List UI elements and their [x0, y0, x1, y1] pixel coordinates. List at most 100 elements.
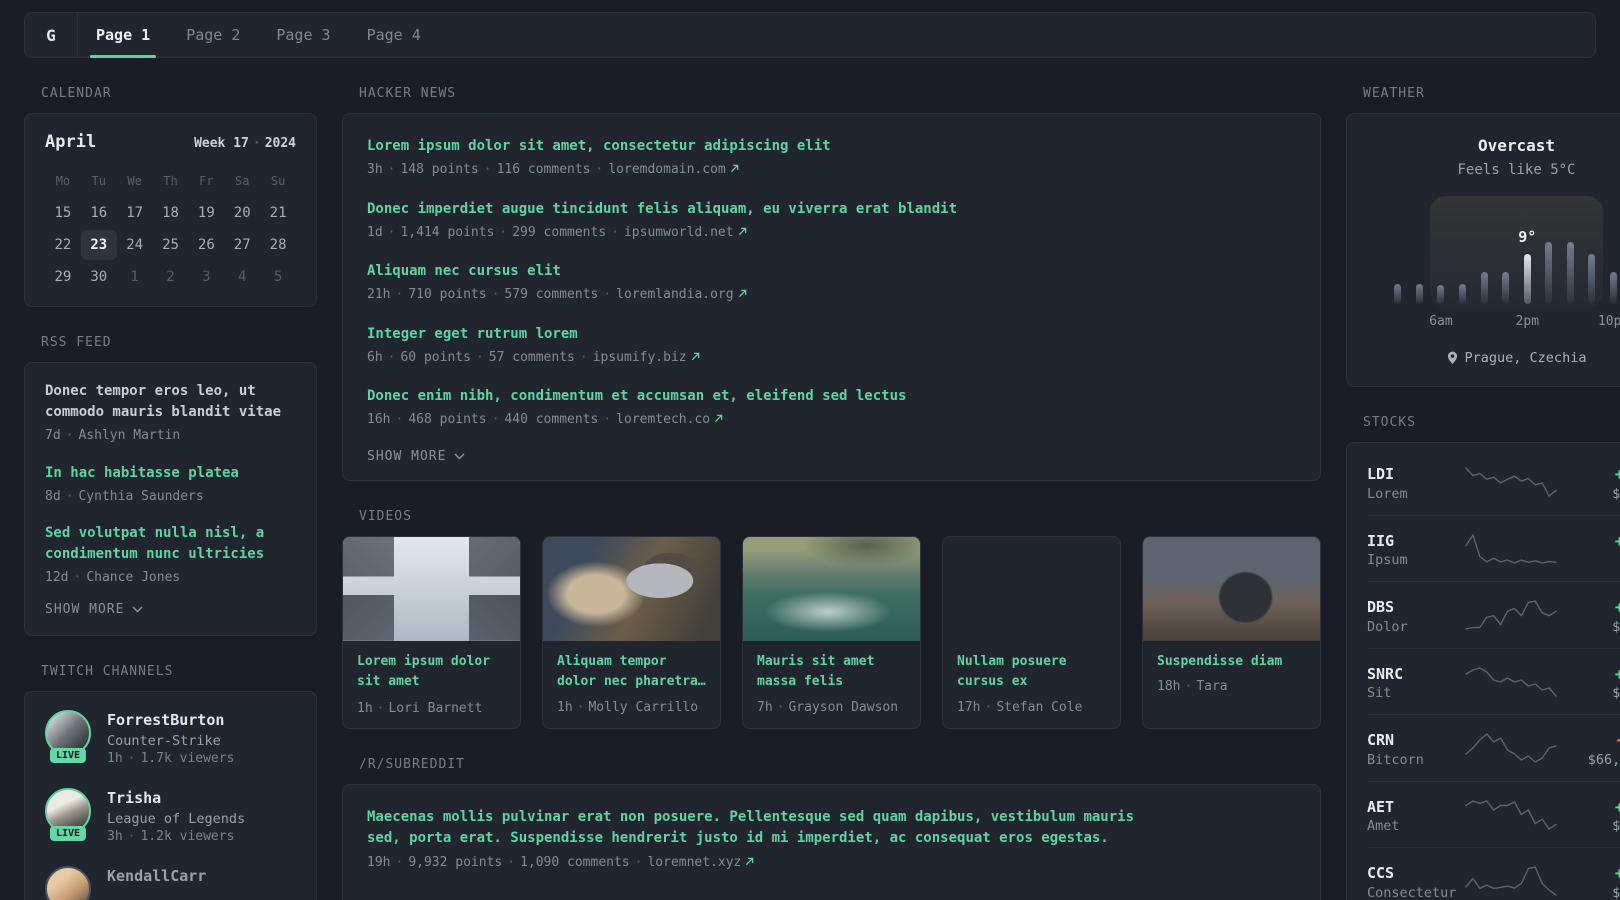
videos-section-label: VIDEOS: [359, 508, 412, 524]
stock-row[interactable]: IIG Ipsum +2.84% $42.04: [1367, 514, 1620, 582]
separator-dot: ·: [395, 854, 404, 870]
stock-row[interactable]: CRN Bitcorn -1.00%$66,171.48: [1367, 714, 1620, 781]
stock-change: +4.35%: [1614, 465, 1620, 483]
stock-ticker: CCS: [1367, 864, 1395, 882]
source-domain-link[interactable]: ipsumify.biz: [593, 350, 687, 365]
calendar-grid: Mo Tu We Th Fr Sa Su 15 16 17 18 19 20 21 22 23 24 25 26 27…: [45, 166, 296, 292]
stock-row[interactable]: LDI Lorem +4.35% $795.18: [1367, 449, 1620, 515]
video-card[interactable]: Mauris sit amet massa felis 7h · Grayson Da…: [742, 535, 921, 729]
calendar-day: 1: [130, 269, 139, 285]
separator-dot: ·: [73, 570, 82, 585]
rss-show-more-button[interactable]: SHOW MORE: [45, 602, 296, 617]
app-logo[interactable]: G: [25, 13, 78, 57]
separator-dot: ·: [491, 287, 500, 302]
source-domain-link[interactable]: loremnet.xyz: [647, 855, 741, 870]
video-card[interactable]: Aliquam tempor dolor nec pharetra… 1h · Mol…: [542, 535, 721, 729]
external-link-icon: [746, 857, 754, 865]
video-author: Stefan Cole: [996, 700, 1083, 716]
calendar-weekday: We: [127, 174, 142, 188]
twitch-channel[interactable]: LIVE Trisha League of Legends 3h · 1.2k viewe…: [45, 787, 296, 844]
hackernews-item-title[interactable]: Integer eget rutrum lorem: [367, 324, 1296, 345]
calendar-day: 27: [233, 237, 251, 253]
stock-name: Amet: [1367, 818, 1400, 834]
external-link-icon: [738, 225, 747, 240]
stock-change: +0.51%: [1614, 864, 1620, 882]
stock-row[interactable]: SNRC Sit +1.36% $148.64: [1367, 647, 1620, 715]
twitch-section: TWITCH CHANNELS LIVE ForrestBurton Counter…: [24, 664, 317, 900]
meta-part: 21h: [367, 287, 391, 302]
weather-bar: [1502, 272, 1510, 304]
rss-item-title[interactable]: In hac habitasse platea: [45, 463, 296, 484]
twitch-channel-name[interactable]: ForrestBurton: [107, 710, 234, 731]
source-domain-link[interactable]: loremdomain.com: [608, 162, 725, 177]
meta-part: Ashlyn Martin: [78, 428, 181, 443]
meta-part: 7d: [45, 428, 61, 443]
subreddit-section-label: /R/SUBREDDIT: [359, 756, 465, 772]
stock-price: $156.28: [1612, 618, 1620, 635]
top-nav: G Page 1 Page 2 Page 3 Page 4: [24, 12, 1596, 58]
hackernews-show-more-button[interactable]: SHOW MORE: [367, 449, 1296, 464]
hackernews-section: HACKER NEWS Lorem ipsum dolor sit amet, …: [342, 86, 1321, 481]
video-thumbnail: [943, 537, 1120, 641]
stock-row[interactable]: AET Amet +0.92% $499.72: [1367, 780, 1620, 848]
hackernews-items: Lorem ipsum dolor sit amet, consectetur …: [367, 136, 1296, 430]
twitch-channel-name[interactable]: Trisha: [107, 788, 245, 809]
video-author: Tara: [1196, 679, 1228, 695]
twitch-channel-name[interactable]: KendallCarr: [107, 866, 206, 887]
video-title[interactable]: Mauris sit amet massa felis: [757, 652, 906, 694]
twitch-category: League of Legends: [107, 810, 246, 827]
stock-values: +4.35% $795.18: [1559, 463, 1620, 502]
video-card[interactable]: Nullam posuere cursus ex 17h · Stefan Cole: [942, 535, 1121, 729]
right-column: WEATHER Overcast Feels like 5°C 9° 6am 2p…: [1346, 86, 1620, 900]
twitch-channel-info: ForrestBurton Counter-Strike 1h · 1.7k viewe…: [107, 710, 234, 766]
stock-sparkline: [1465, 534, 1557, 564]
stream-time: 3h: [107, 828, 123, 844]
subreddit-section: /R/SUBREDDIT Maecenas mollis pulvinar er…: [342, 757, 1321, 900]
video-title[interactable]: Nullam posuere cursus ex: [957, 652, 1106, 694]
calendar-weekday: Mo: [55, 174, 71, 188]
separator-dot: ·: [507, 854, 516, 870]
source-domain-link[interactable]: loremtech.co: [616, 412, 710, 427]
video-card[interactable]: Suspendisse diam 18h · Tara: [1142, 535, 1321, 729]
video-title[interactable]: Suspendisse diam: [1157, 652, 1306, 673]
stock-row[interactable]: CCS Consectetur +0.51% $165.84: [1367, 847, 1620, 900]
hackernews-item-title[interactable]: Donec enim nibh, condimentum et accumsan…: [367, 386, 1296, 407]
meta-part: 6h: [367, 349, 383, 365]
rss-item-title[interactable]: Donec tempor eros leo, ut commodo mauris…: [45, 381, 296, 423]
stock-id: CCS Consectetur: [1367, 862, 1463, 900]
tab-page-4[interactable]: Page 4: [349, 13, 439, 57]
meta-part: 60 points: [400, 349, 471, 365]
stock-sparkline: [1465, 667, 1557, 697]
source-domain-link[interactable]: ipsumworld.net: [624, 225, 734, 240]
video-title[interactable]: Aliquam tempor dolor nec pharetra…: [557, 652, 706, 694]
twitch-section-label: TWITCH CHANNELS: [41, 663, 174, 679]
weather-hour-column: [1581, 254, 1603, 304]
calendar-day: 4: [237, 269, 247, 285]
hackernews-item-title[interactable]: Aliquam nec cursus elit: [367, 261, 1296, 282]
twitch-channel-info: Trisha League of Legends 3h · 1.2k viewers: [107, 788, 245, 844]
subreddit-widget: Maecenas mollis pulvinar erat non posuer…: [342, 783, 1321, 900]
video-title[interactable]: Lorem ipsum dolor sit amet consectetu…: [357, 652, 506, 694]
subreddit-post-title[interactable]: Maecenas mollis pulvinar erat non posuer…: [367, 807, 1167, 850]
stock-values: -1.00%$66,171.48: [1559, 729, 1620, 768]
tab-page-1[interactable]: Page 1: [78, 13, 168, 58]
tab-page-2[interactable]: Page 2: [168, 13, 258, 57]
stock-ticker: DBS: [1367, 598, 1395, 616]
tab-page-3[interactable]: Page 3: [258, 13, 348, 57]
meta-part: 148 points: [400, 162, 479, 177]
hackernews-item-title[interactable]: Lorem ipsum dolor sit amet, consectetur …: [367, 136, 1296, 157]
external-link-icon: [745, 855, 754, 870]
twitch-channel[interactable]: LIVE ForrestBurton Counter-Strike 1h · 1.7k v…: [45, 709, 296, 766]
stock-row[interactable]: DBS Dolor +1.42% $156.28: [1367, 581, 1620, 648]
video-card[interactable]: Lorem ipsum dolor sit amet consectetu… 1h…: [342, 535, 521, 729]
rss-widget: Donec tempor eros leo, ut commodo mauris…: [24, 362, 317, 636]
rss-item-title[interactable]: Sed volutpat nulla nisl, a condimentum n…: [45, 523, 296, 565]
source-domain-link[interactable]: loremlandia.org: [616, 287, 733, 302]
meta-part: 1,414 points: [400, 224, 495, 240]
separator-dot: ·: [491, 412, 500, 427]
stock-ticker: LDI: [1367, 465, 1395, 483]
stocks-section: STOCKS LDI Lorem +4.35% $795.18 IIG Ipsum +2.8…: [1346, 415, 1620, 900]
hackernews-item-title[interactable]: Donec imperdiet augue tincidunt felis al…: [367, 199, 1296, 220]
twitch-widget: LIVE ForrestBurton Counter-Strike 1h · 1.7k v…: [24, 690, 317, 900]
twitch-channel[interactable]: KendallCarr: [45, 865, 296, 900]
